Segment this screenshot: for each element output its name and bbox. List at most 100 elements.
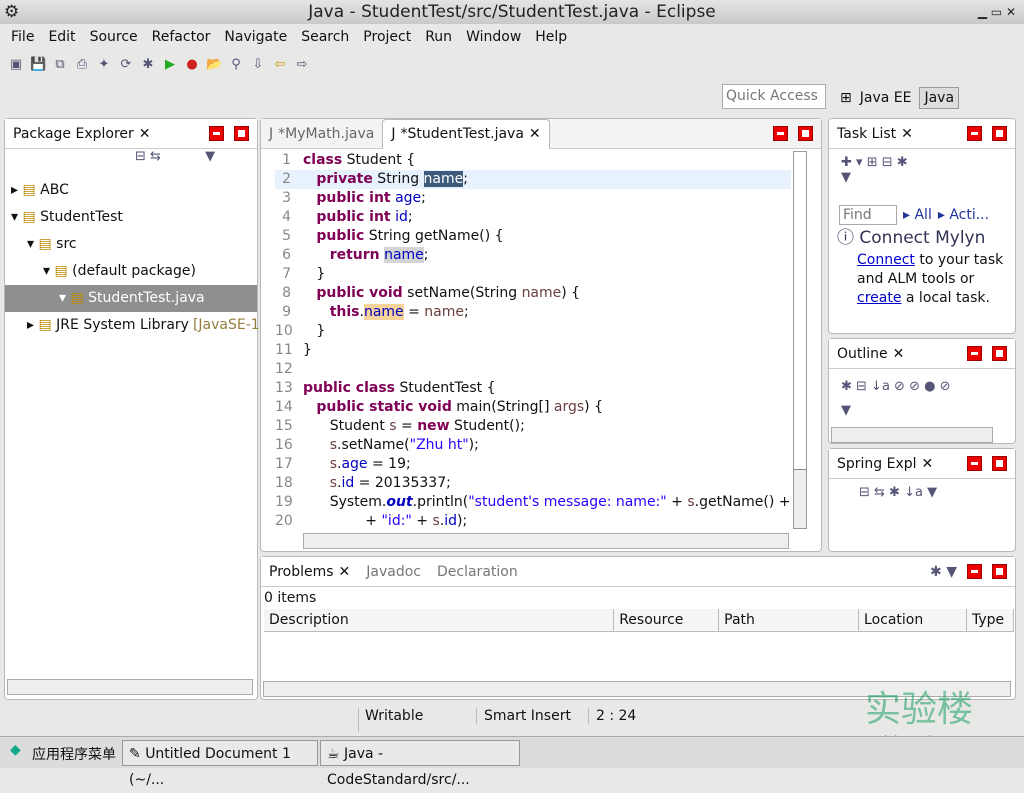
- menu-file[interactable]: File: [4, 25, 41, 49]
- view-menu-icon[interactable]: ▼: [205, 149, 215, 164]
- perspective-bar: ⊞ Java EE Java: [840, 84, 1016, 112]
- vertical-scrollbar[interactable]: [793, 151, 807, 529]
- close-icon[interactable]: ✕: [139, 119, 151, 149]
- perspective-java[interactable]: Java: [919, 87, 960, 109]
- maximize-button[interactable]: [798, 126, 813, 141]
- search-icon[interactable]: ⚲: [228, 57, 244, 72]
- tree-item-label: StudentTest: [40, 209, 123, 225]
- back-icon[interactable]: ⇦: [272, 57, 288, 72]
- refresh-icon[interactable]: ⟳: [118, 57, 134, 72]
- quick-access-input[interactable]: Quick Access: [722, 84, 826, 109]
- tab-declaration[interactable]: Declaration: [429, 557, 526, 587]
- connect-link[interactable]: Connect: [857, 252, 915, 268]
- minimize-button[interactable]: [967, 456, 982, 471]
- column-header[interactable]: Resource: [613, 609, 720, 632]
- new-task-icon[interactable]: ✚ ▾: [841, 155, 863, 170]
- menu-search[interactable]: Search: [294, 25, 356, 49]
- run-ext-icon[interactable]: ●: [184, 57, 200, 72]
- horizontal-scrollbar[interactable]: [831, 427, 993, 443]
- tab-javadoc[interactable]: Javadoc: [358, 557, 429, 587]
- print-icon[interactable]: ⎙: [74, 57, 90, 72]
- editor-tab[interactable]: J *StudentTest.java ✕: [382, 118, 550, 149]
- close-icon[interactable]: ✕: [339, 557, 351, 587]
- expand-icon[interactable]: ▾: [59, 290, 70, 306]
- menu-run[interactable]: Run: [418, 25, 459, 49]
- expand-icon[interactable]: ▾: [27, 236, 38, 252]
- close-icon[interactable]: ✕: [529, 119, 541, 149]
- tab-outline[interactable]: Outline ✕: [829, 339, 912, 369]
- spring-toolbar[interactable]: ⊟ ⇆ ✱ ↓a ▼: [829, 479, 1015, 506]
- build-icon[interactable]: ✦: [96, 57, 112, 72]
- app-menu-button[interactable]: 应用程序菜单: [32, 744, 116, 764]
- collapse-all-icon[interactable]: ⊟: [135, 149, 146, 164]
- menu-refactor[interactable]: Refactor: [145, 25, 218, 49]
- save-icon[interactable]: 💾: [30, 57, 46, 72]
- horizontal-scrollbar[interactable]: [7, 679, 253, 695]
- debug-icon[interactable]: ✱: [140, 57, 156, 72]
- categorize-icon[interactable]: ⊞ ⊟ ✱: [867, 155, 908, 170]
- taskbar-item[interactable]: ✎ Untitled Document 1 (~/...: [122, 740, 318, 788]
- minimize-button[interactable]: [967, 563, 982, 579]
- code-editor[interactable]: 1 class Student {2 private String name; 3 …: [275, 151, 791, 531]
- next-annotation-icon[interactable]: ⇩: [250, 57, 266, 72]
- tree-item[interactable]: ▸ ▤ ABC: [5, 177, 257, 204]
- menu-window[interactable]: Window: [459, 25, 528, 49]
- menu-navigate[interactable]: Navigate: [217, 25, 294, 49]
- menu-project[interactable]: Project: [356, 25, 418, 49]
- tab-problems[interactable]: Problems ✕: [261, 557, 358, 587]
- tree-item[interactable]: ▾ ▤ StudentTest.java: [5, 285, 257, 312]
- maximize-button[interactable]: [992, 456, 1007, 471]
- menu-source[interactable]: Source: [83, 25, 145, 49]
- run-icon[interactable]: ▶: [162, 57, 178, 72]
- window-controls[interactable]: ▁ ▭ ✕: [978, 0, 1016, 24]
- tree-item[interactable]: ▾ ▤ StudentTest: [5, 204, 257, 231]
- column-header[interactable]: Location: [858, 609, 967, 632]
- tab-spring-explorer[interactable]: Spring Expl ✕: [829, 449, 941, 479]
- view-menu-icon[interactable]: ▼: [841, 170, 851, 185]
- tab-package-explorer[interactable]: Package Explorer ✕: [5, 119, 159, 149]
- maximize-button[interactable]: [992, 126, 1007, 141]
- create-link[interactable]: create: [857, 290, 901, 306]
- filter-all[interactable]: ▸ All: [903, 207, 932, 223]
- maximize-button[interactable]: [992, 563, 1007, 579]
- open-perspective-icon[interactable]: ⊞: [840, 90, 852, 106]
- find-input[interactable]: Find: [839, 205, 897, 225]
- tab-task-list[interactable]: Task List ✕: [829, 119, 921, 149]
- taskbar-item[interactable]: ☕ Java - CodeStandard/src/...: [320, 740, 520, 788]
- outline-tools-icon[interactable]: ✱ ⊟ ↓a ⊘ ⊘ ● ⊘: [841, 379, 950, 394]
- column-header[interactable]: Type: [966, 609, 1015, 632]
- column-header[interactable]: Description: [264, 609, 615, 632]
- expand-icon[interactable]: ▸: [11, 182, 22, 198]
- close-icon[interactable]: ✕: [901, 119, 913, 149]
- horizontal-scrollbar[interactable]: [303, 533, 789, 549]
- link-editor-icon[interactable]: ⇆: [150, 149, 161, 164]
- menu-edit[interactable]: Edit: [41, 25, 82, 49]
- column-header[interactable]: Path: [718, 609, 860, 632]
- close-icon[interactable]: ✕: [922, 449, 934, 479]
- expand-icon[interactable]: ▸: [27, 317, 38, 333]
- minimize-button[interactable]: [773, 126, 788, 141]
- view-menu-icon[interactable]: ▼: [841, 403, 851, 418]
- minimize-button[interactable]: [967, 126, 982, 141]
- open-type-icon[interactable]: 📂: [206, 57, 222, 72]
- tree-item[interactable]: ▾ ▤ (default package): [5, 258, 257, 285]
- minimize-button[interactable]: [967, 346, 982, 361]
- filter-activate[interactable]: ▸ Acti...: [938, 207, 989, 223]
- close-icon[interactable]: ✕: [893, 339, 905, 369]
- tree-item[interactable]: ▸ ▤ JRE System Library [JavaSE-1.7]: [5, 312, 278, 339]
- app-menu-logo-icon[interactable]: ◆: [10, 742, 21, 758]
- expand-icon[interactable]: ▾: [11, 209, 22, 225]
- maximize-button[interactable]: [234, 126, 249, 141]
- editor-tab[interactable]: J *MyMath.java: [261, 119, 382, 149]
- new-icon[interactable]: ▣: [8, 57, 24, 72]
- menu-help[interactable]: Help: [528, 25, 574, 49]
- minimize-button[interactable]: [209, 126, 224, 141]
- view-menu-icon[interactable]: ✱ ▼: [930, 564, 957, 580]
- save-all-icon[interactable]: ⧉: [52, 57, 68, 72]
- maximize-button[interactable]: [992, 346, 1007, 361]
- tree-item[interactable]: ▾ ▤ src: [5, 231, 257, 258]
- app-menu-icon[interactable]: ⚙: [4, 0, 19, 24]
- expand-icon[interactable]: ▾: [43, 263, 54, 279]
- perspective-java-ee[interactable]: Java EE: [860, 90, 912, 106]
- forward-icon[interactable]: ⇨: [294, 57, 310, 72]
